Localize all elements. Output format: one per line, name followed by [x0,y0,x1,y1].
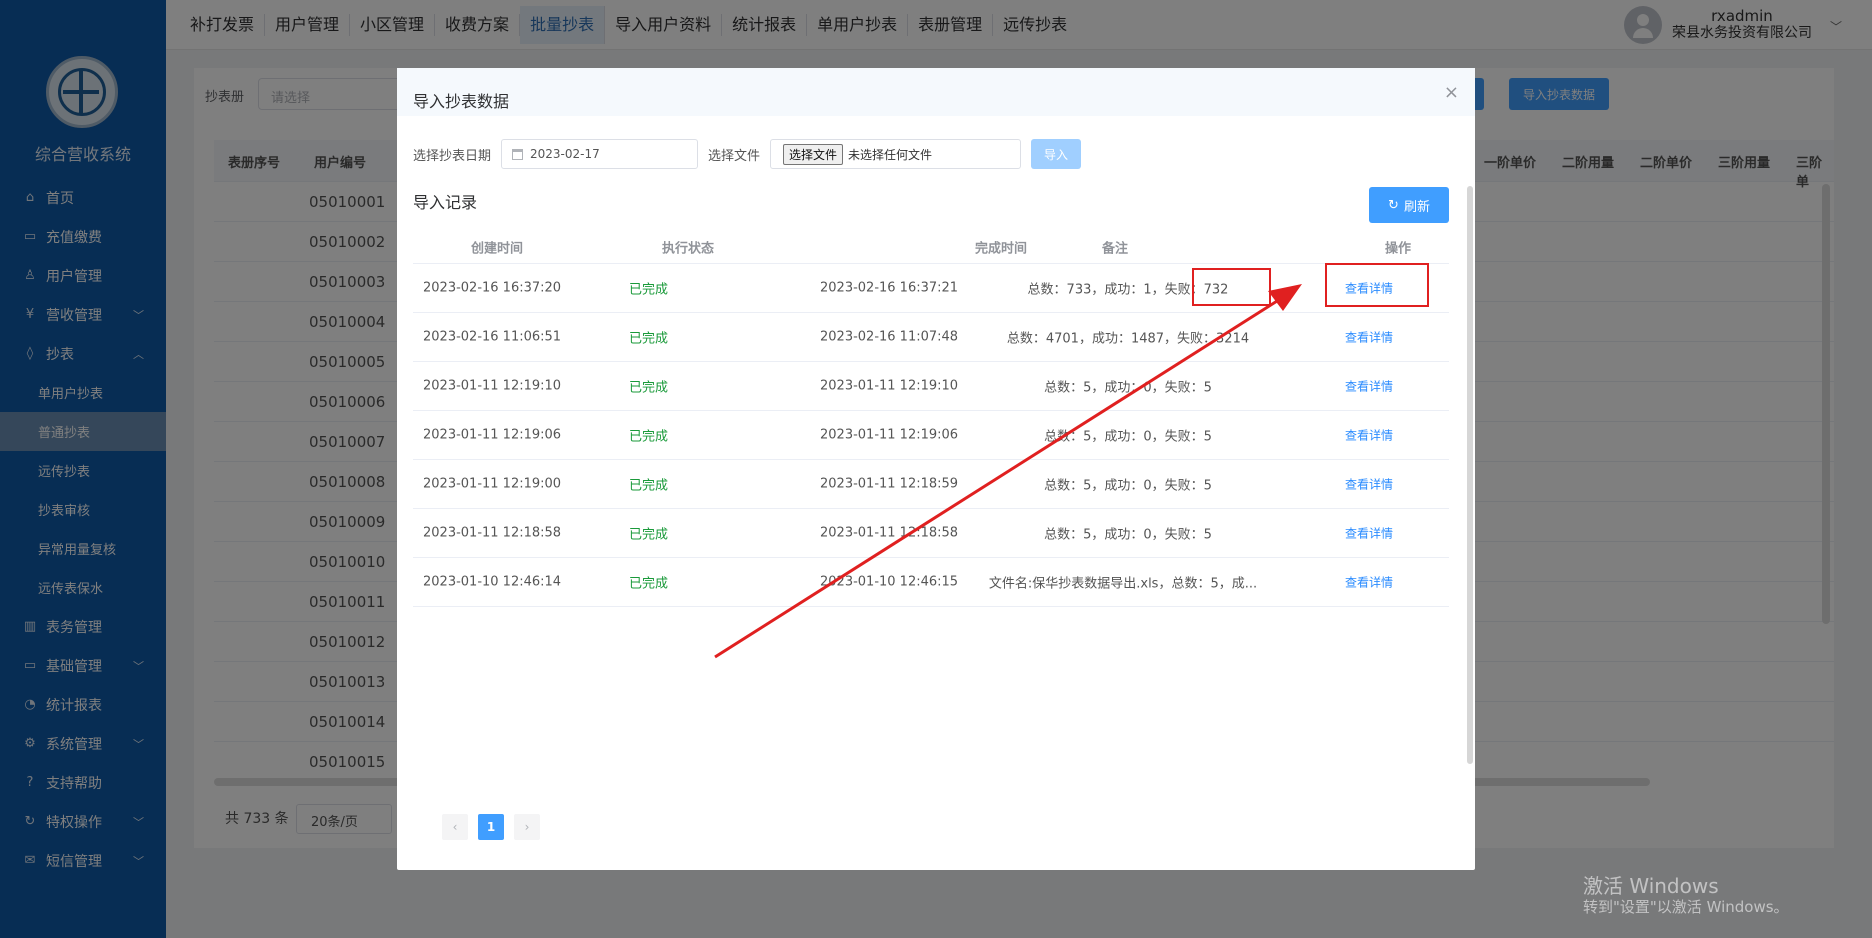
annotation-arrow [714,284,1302,659]
